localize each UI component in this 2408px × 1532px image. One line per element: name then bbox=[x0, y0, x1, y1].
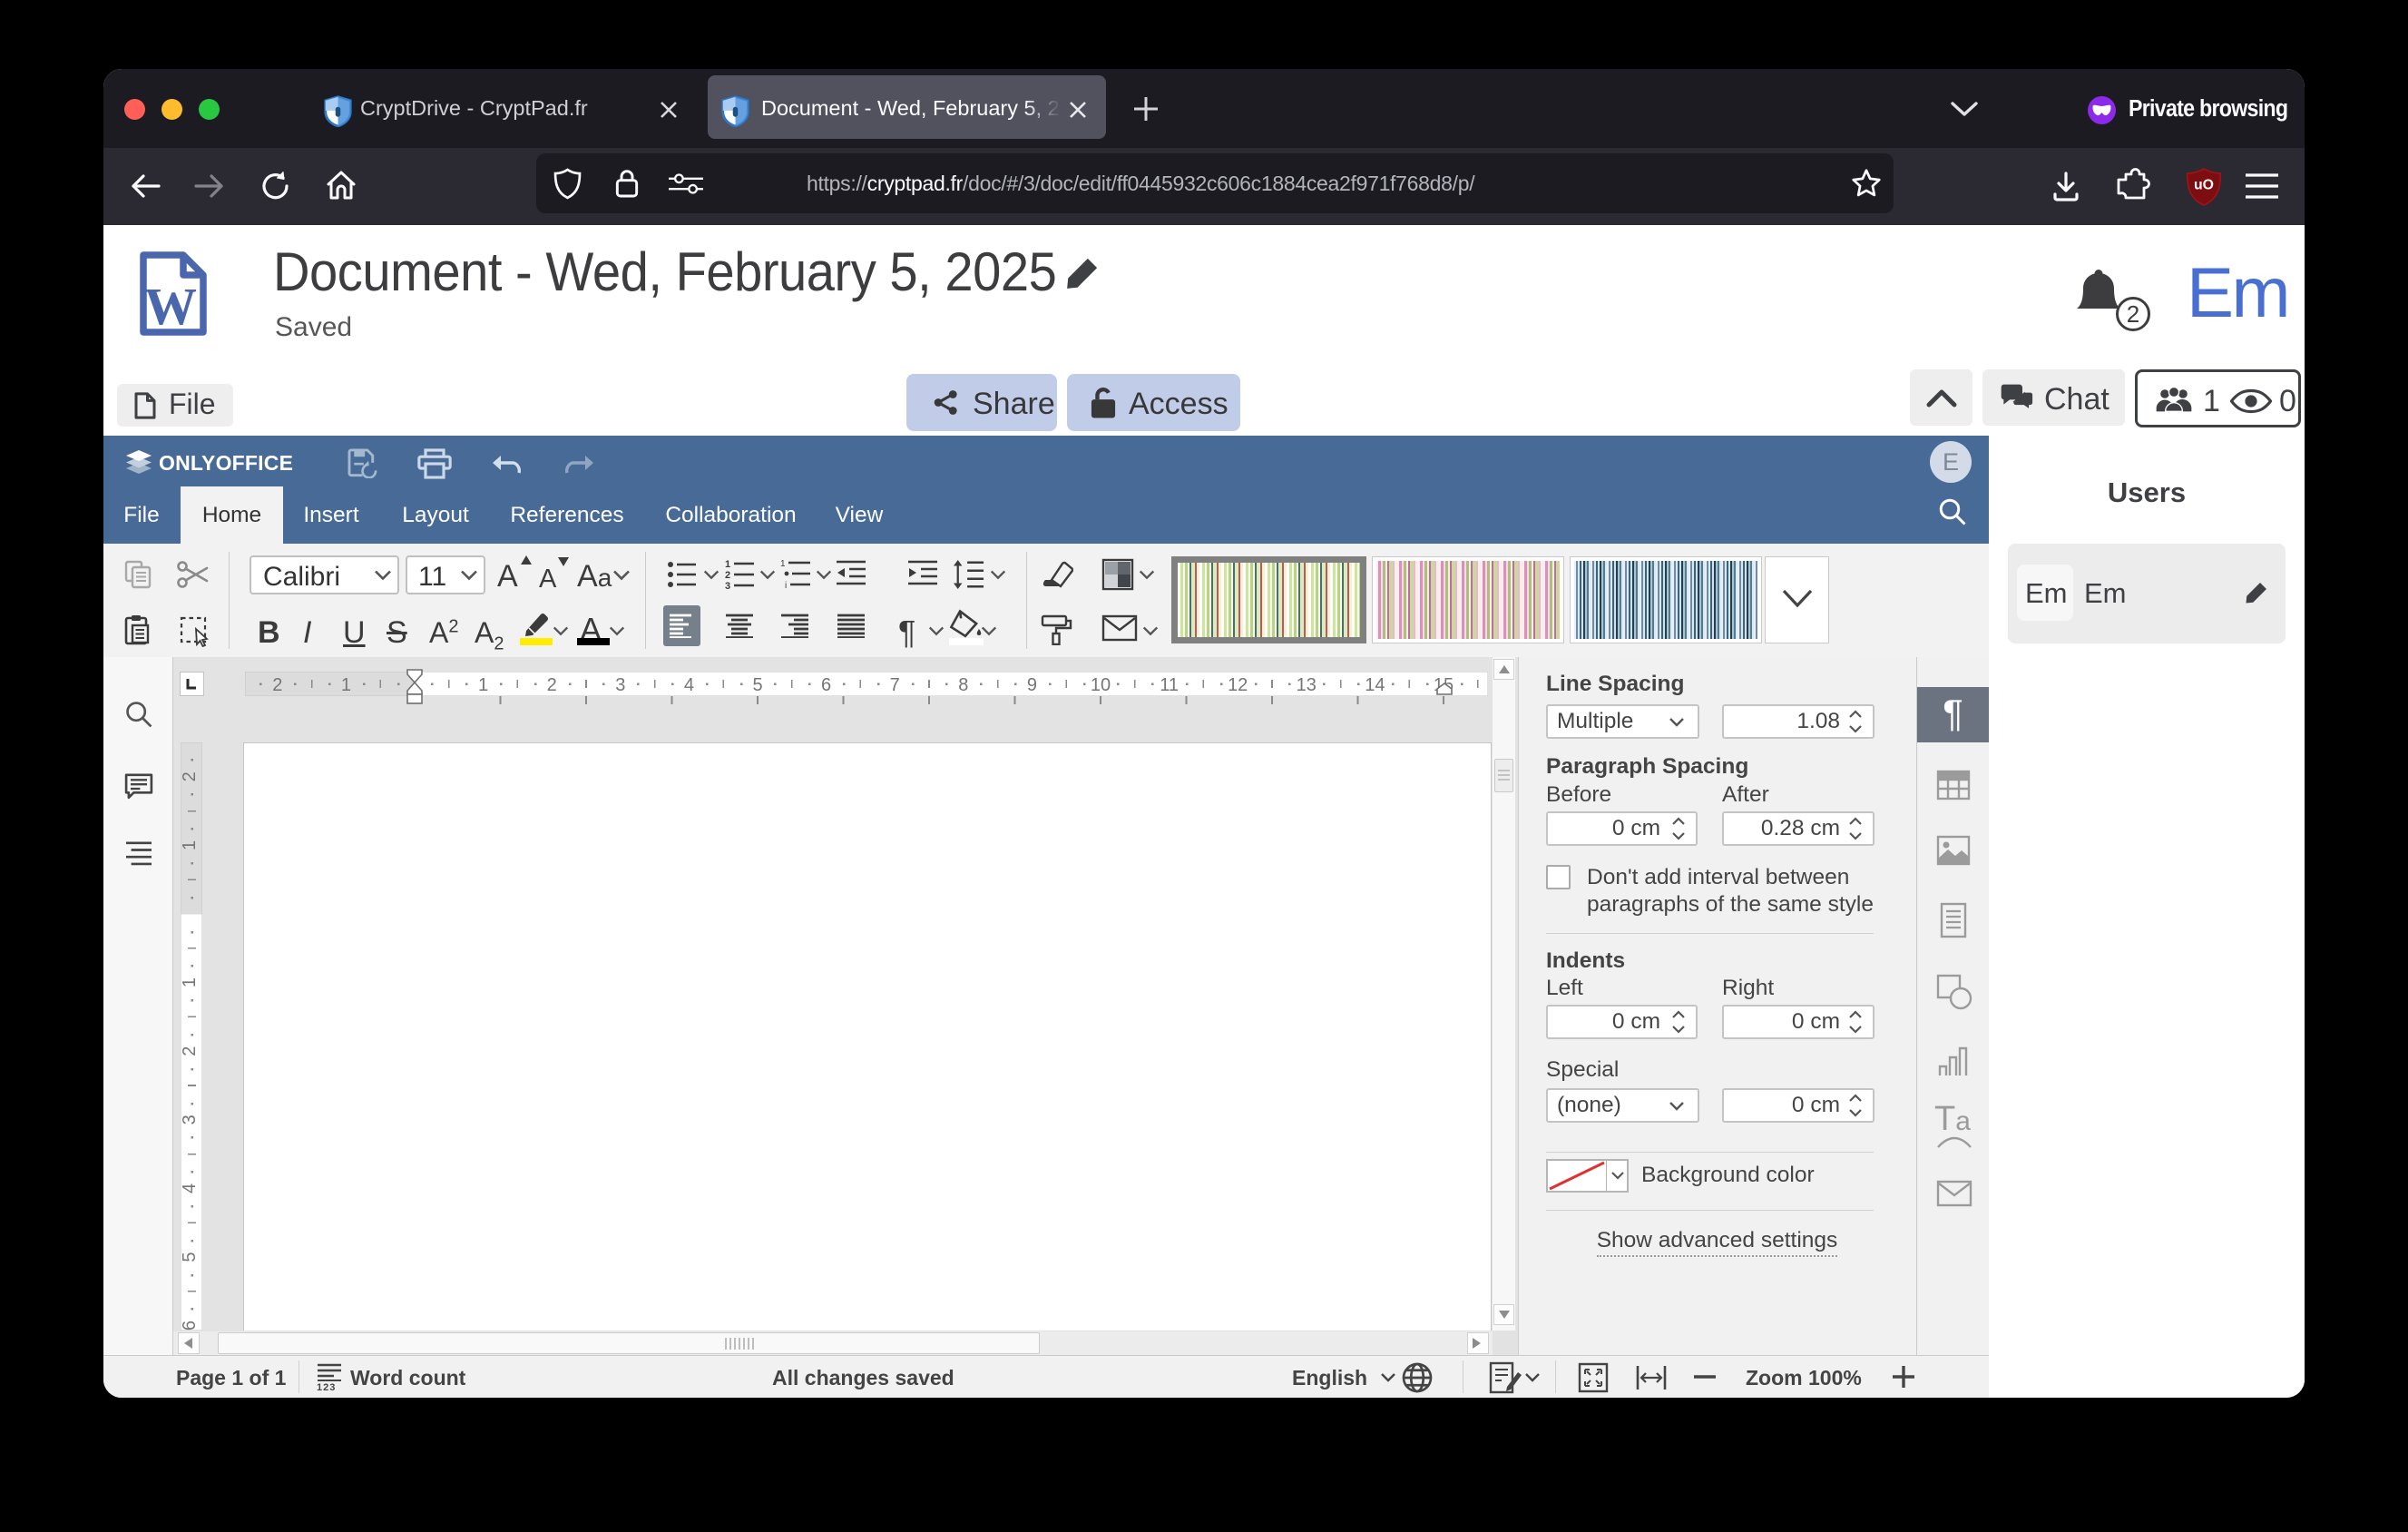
svg-text:2: 2 bbox=[272, 675, 282, 695]
svg-text:9: 9 bbox=[1027, 675, 1037, 695]
svg-text:1: 1 bbox=[725, 559, 730, 570]
svg-text:5: 5 bbox=[181, 1252, 200, 1262]
svg-text:7: 7 bbox=[890, 675, 900, 695]
svg-text:12: 12 bbox=[1228, 675, 1248, 695]
svg-text:8: 8 bbox=[958, 675, 968, 695]
svg-text:5: 5 bbox=[752, 675, 762, 695]
svg-text:4: 4 bbox=[684, 675, 694, 695]
svg-text:3: 3 bbox=[615, 675, 625, 695]
svg-text:1: 1 bbox=[478, 675, 488, 695]
svg-text:uO: uO bbox=[2194, 178, 2214, 193]
svg-text:3: 3 bbox=[725, 581, 730, 591]
svg-text:2: 2 bbox=[547, 675, 557, 695]
svg-text:1: 1 bbox=[181, 977, 200, 987]
svg-text:6: 6 bbox=[181, 1321, 200, 1331]
svg-text:11: 11 bbox=[1160, 675, 1179, 695]
svg-text:6: 6 bbox=[821, 675, 831, 695]
svg-text:1: 1 bbox=[341, 675, 351, 695]
svg-text:W: W bbox=[144, 277, 197, 336]
svg-text:3: 3 bbox=[181, 1115, 200, 1124]
svg-text:13: 13 bbox=[1297, 675, 1317, 695]
svg-text:1: 1 bbox=[780, 559, 786, 569]
svg-text:i: i bbox=[785, 581, 787, 591]
svg-text:2: 2 bbox=[725, 570, 730, 581]
svg-text:4: 4 bbox=[181, 1183, 200, 1193]
svg-text:1: 1 bbox=[181, 840, 200, 850]
svg-text:2: 2 bbox=[181, 1046, 200, 1056]
svg-text:10: 10 bbox=[1091, 675, 1111, 695]
svg-text:14: 14 bbox=[1365, 675, 1385, 695]
svg-text:123: 123 bbox=[317, 1382, 336, 1391]
svg-text:2: 2 bbox=[181, 771, 200, 781]
